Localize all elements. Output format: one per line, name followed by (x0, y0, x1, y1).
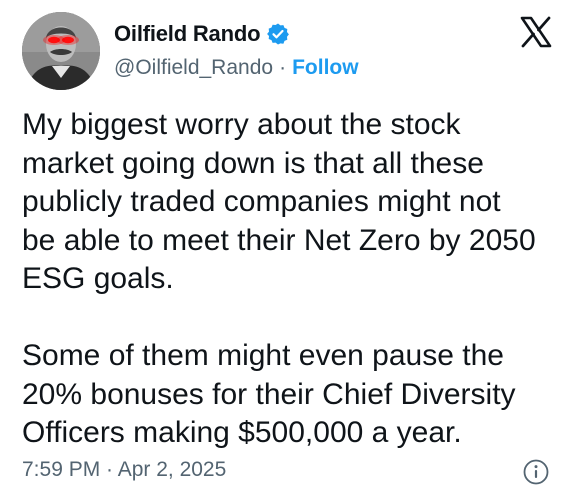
tweet-text: My biggest worry about the stock market … (22, 108, 536, 449)
info-icon[interactable] (523, 459, 549, 485)
follow-button[interactable]: Follow (292, 56, 359, 80)
handle[interactable]: @Oilfield_Rando (114, 56, 273, 80)
display-name[interactable]: Oilfield Rando (114, 21, 261, 47)
tweet-header: Oilfield Rando @Oilfield_Rando · Follow (22, 12, 552, 90)
timestamp[interactable]: 7:59 PM · Apr 2, 2025 (22, 458, 226, 482)
name-row: Oilfield Rando (114, 20, 359, 48)
avatar[interactable] (22, 12, 100, 90)
user-info: Oilfield Rando @Oilfield_Rando · Follow (114, 20, 359, 82)
separator-dot: · (279, 56, 287, 79)
avatar-image (22, 12, 100, 90)
x-logo-icon[interactable] (520, 16, 552, 48)
verified-badge-icon (266, 22, 290, 46)
handle-row: @Oilfield_Rando · Follow (114, 54, 359, 82)
